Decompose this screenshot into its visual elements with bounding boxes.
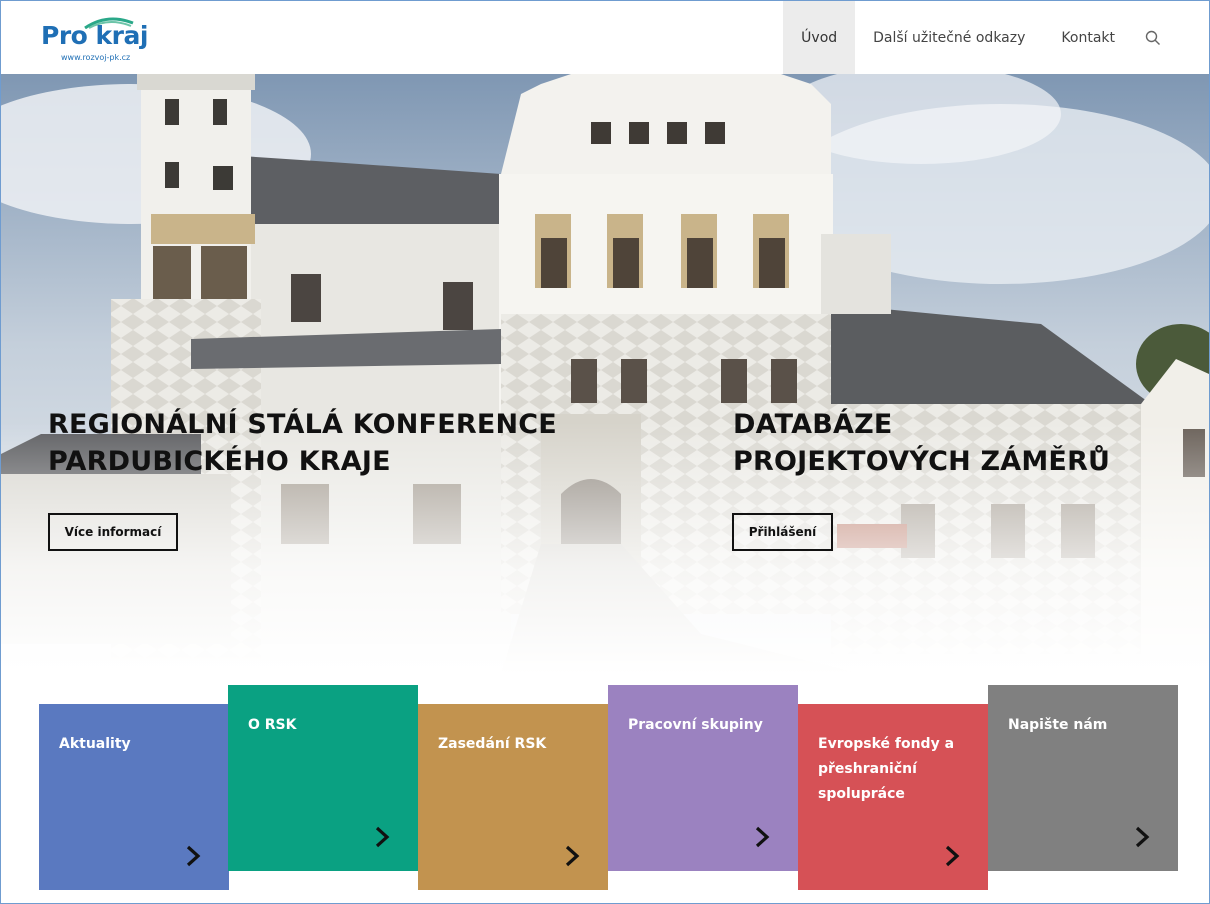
tile-label: Zasedání RSK	[438, 736, 547, 752]
tile-label: Evropské fondy a přeshraniční spolupráce	[818, 736, 955, 802]
main-nav: Úvod Další užitečné odkazy Kontakt	[783, 1, 1173, 74]
tile-label: O RSK	[248, 717, 297, 733]
tile-o-rsk[interactable]: O RSK	[228, 685, 418, 871]
chevron-right-icon	[755, 826, 770, 848]
tile-label: Aktuality	[59, 736, 131, 752]
more-info-button[interactable]: Více informací	[48, 513, 178, 551]
chevron-right-icon	[1135, 826, 1150, 848]
tile-aktuality[interactable]: Aktuality	[39, 704, 229, 890]
chevron-right-icon	[375, 826, 390, 848]
tile-evropske-fondy[interactable]: Evropské fondy a přeshraniční spolupráce	[798, 704, 988, 890]
hero-banner: REGIONÁLNÍ STÁLÁ KONFERENCE PARDUBICKÉHO…	[1, 74, 1209, 674]
hero-left-title-line1: REGIONÁLNÍ STÁLÁ KONFERENCE	[48, 409, 557, 440]
hero-right-title: DATABÁZE PROJEKTOVÝCH ZÁMĚRŮ	[733, 406, 1110, 480]
nav-item-kontakt[interactable]: Kontakt	[1043, 1, 1133, 74]
hero-right-title-line2: PROJEKTOVÝCH ZÁMĚRŮ	[733, 446, 1111, 477]
nav-item-uvod[interactable]: Úvod	[783, 1, 856, 74]
tile-pracovni-skupiny[interactable]: Pracovní skupiny	[608, 685, 798, 871]
hero-left-title: REGIONÁLNÍ STÁLÁ KONFERENCE PARDUBICKÉHO…	[48, 406, 557, 480]
site-header: Pro kraj www.rozvoj-pk.cz Úvod Další uži…	[1, 1, 1209, 74]
chevron-right-icon	[565, 845, 580, 867]
logo-url: www.rozvoj-pk.cz	[61, 53, 131, 62]
site-logo[interactable]: Pro kraj www.rozvoj-pk.cz	[41, 15, 151, 63]
chevron-right-icon	[945, 845, 960, 867]
tile-label: Napište nám	[1008, 717, 1108, 733]
search-button[interactable]	[1133, 1, 1173, 74]
login-button[interactable]: Přihlášení	[732, 513, 833, 551]
hero-fade-overlay	[1, 74, 1209, 674]
hero-right-title-line1: DATABÁZE	[733, 409, 893, 440]
tile-zasedani-rsk[interactable]: Zasedání RSK	[418, 704, 608, 890]
logo-text: Pro kraj	[41, 21, 148, 50]
nav-item-dalsi-odkazy[interactable]: Další užitečné odkazy	[855, 1, 1043, 74]
chevron-right-icon	[186, 845, 201, 867]
tile-napiste-nam[interactable]: Napište nám	[988, 685, 1178, 871]
search-icon	[1145, 30, 1160, 45]
hero-left-title-line2: PARDUBICKÉHO KRAJE	[48, 446, 391, 477]
tile-label: Pracovní skupiny	[628, 717, 763, 733]
